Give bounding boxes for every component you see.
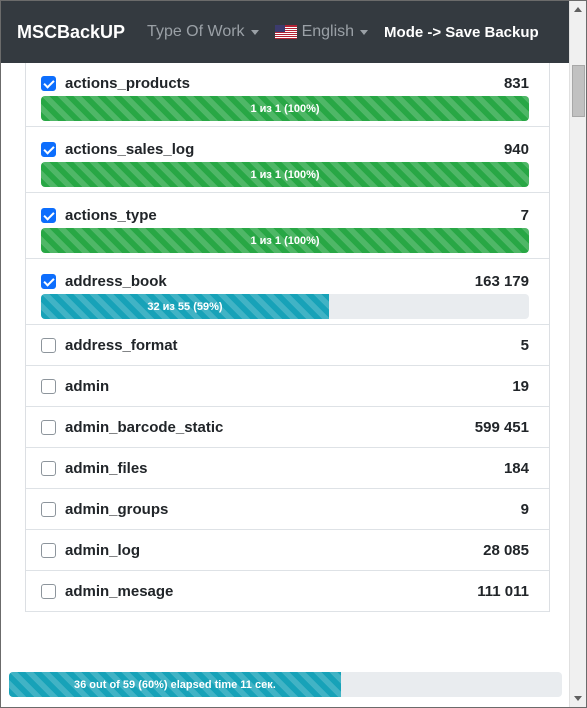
table-row: admin_mesage 111 011 bbox=[26, 571, 549, 612]
type-of-work-label: Type Of Work bbox=[147, 23, 245, 40]
table-row-count: 19 bbox=[512, 377, 529, 395]
arrow-up-icon bbox=[574, 7, 582, 12]
table-name: actions_sales_log bbox=[65, 140, 195, 158]
table-row: admin_barcode_static 599 451 bbox=[26, 407, 549, 448]
table-progress-fill: 1 из 1 (100%) bbox=[41, 162, 529, 187]
table-row-header: admin_files 184 bbox=[41, 458, 529, 478]
table-checkbox[interactable] bbox=[41, 378, 56, 394]
us-flag-icon bbox=[274, 25, 297, 39]
language-dropdown[interactable]: English bbox=[274, 23, 369, 41]
table-row-count: 111 011 bbox=[477, 582, 529, 600]
table-name: actions_products bbox=[65, 74, 191, 92]
table-progress-fill: 32 из 55 (59%) bbox=[41, 294, 329, 319]
table-name: admin_mesage bbox=[65, 582, 174, 600]
table-row-count: 940 bbox=[503, 140, 529, 158]
table-checkbox[interactable] bbox=[41, 460, 56, 476]
table-list: actions591 из 1 (100%)actions_products83… bbox=[25, 1, 550, 612]
table-row-count: 599 451 bbox=[474, 418, 529, 436]
app-window: actions591 из 1 (100%)actions_products83… bbox=[0, 0, 587, 708]
table-checkbox[interactable] bbox=[41, 583, 56, 599]
table-row-count: 5 bbox=[520, 336, 529, 354]
table-row: address_book 163 179 32 из 55 (59%) bbox=[26, 259, 549, 325]
table-row-count: 163 179 bbox=[474, 272, 529, 290]
table-row: admin 19 bbox=[26, 366, 549, 407]
overall-progress-bar: 36 out of 59 (60%) elapsed time 11 сек. bbox=[9, 672, 562, 697]
table-row: address_format 5 bbox=[26, 325, 549, 366]
table-progress-fill: 1 из 1 (100%) bbox=[41, 228, 529, 253]
overall-progress-label: 36 out of 59 (60%) elapsed time 11 сек. bbox=[74, 678, 276, 691]
table-progress-bar: 1 из 1 (100%) bbox=[41, 96, 529, 121]
type-of-work-dropdown[interactable]: Type Of Work bbox=[147, 23, 259, 41]
table-row: admin_groups 9 bbox=[26, 489, 549, 530]
table-row: actions_products 831 1 из 1 (100%) bbox=[26, 61, 549, 127]
table-name: admin_groups bbox=[65, 500, 169, 518]
table-checkbox[interactable] bbox=[41, 141, 56, 157]
table-name: admin_log bbox=[65, 541, 141, 559]
table-row-header: admin_groups 9 bbox=[41, 499, 529, 519]
mode-label: Mode -> Save Backup bbox=[384, 23, 539, 41]
table-progress-bar: 1 из 1 (100%) bbox=[41, 162, 529, 187]
navbar: MSCBackUP Type Of Work English Mode -> S… bbox=[1, 1, 570, 63]
table-row: actions_type 7 1 из 1 (100%) bbox=[26, 193, 549, 259]
table-row: admin_log 28 085 bbox=[26, 530, 549, 571]
table-name: admin_files bbox=[65, 459, 148, 477]
vertical-scrollbar[interactable] bbox=[569, 1, 586, 707]
footer: 36 out of 59 (60%) elapsed time 11 сек. bbox=[1, 661, 570, 707]
content-viewport: actions591 из 1 (100%)actions_products83… bbox=[1, 1, 570, 707]
overall-progress-fill: 36 out of 59 (60%) elapsed time 11 сек. bbox=[9, 672, 341, 697]
table-progress-label: 1 из 1 (100%) bbox=[250, 168, 320, 181]
brand-logo[interactable]: MSCBackUP bbox=[17, 22, 125, 43]
table-row-header: address_format 5 bbox=[41, 335, 529, 355]
language-label: English bbox=[301, 23, 355, 40]
table-name: admin bbox=[65, 377, 110, 395]
scroll-down-button[interactable] bbox=[570, 690, 586, 707]
table-progress-label: 1 из 1 (100%) bbox=[250, 102, 320, 115]
arrow-down-icon bbox=[574, 696, 582, 701]
table-checkbox[interactable] bbox=[41, 273, 56, 289]
chevron-down-icon bbox=[250, 29, 259, 35]
table-progress-label: 32 из 55 (59%) bbox=[147, 300, 223, 313]
table-name: address_book bbox=[65, 272, 167, 290]
table-name: actions_type bbox=[65, 206, 157, 224]
table-checkbox[interactable] bbox=[41, 75, 56, 91]
table-row-header: actions_sales_log 940 bbox=[41, 139, 529, 159]
table-progress-bar: 32 из 55 (59%) bbox=[41, 294, 529, 319]
table-row-header: admin_mesage 111 011 bbox=[41, 581, 529, 601]
chevron-down-icon bbox=[360, 29, 369, 35]
table-row-header: admin_log 28 085 bbox=[41, 540, 529, 560]
table-row-count: 184 bbox=[503, 459, 529, 477]
table-row: admin_files 184 bbox=[26, 448, 549, 489]
table-row-header: admin 19 bbox=[41, 376, 529, 396]
table-progress-label: 1 из 1 (100%) bbox=[250, 234, 320, 247]
table-checkbox[interactable] bbox=[41, 337, 56, 353]
table-row-header: actions_type 7 bbox=[41, 205, 529, 225]
table-row-header: actions_products 831 bbox=[41, 73, 529, 93]
table-name: address_format bbox=[65, 336, 178, 354]
table-row-header: admin_barcode_static 599 451 bbox=[41, 417, 529, 437]
table-checkbox[interactable] bbox=[41, 419, 56, 435]
table-row: actions_sales_log 940 1 из 1 (100%) bbox=[26, 127, 549, 193]
table-row-count: 9 bbox=[520, 500, 529, 518]
table-progress-fill: 1 из 1 (100%) bbox=[41, 96, 529, 121]
table-row-count: 28 085 bbox=[483, 541, 529, 559]
table-row-count: 831 bbox=[503, 74, 529, 92]
table-checkbox[interactable] bbox=[41, 207, 56, 223]
table-name: admin_barcode_static bbox=[65, 418, 224, 436]
table-checkbox[interactable] bbox=[41, 501, 56, 517]
table-row-count: 7 bbox=[520, 206, 529, 224]
scrollbar-thumb[interactable] bbox=[572, 65, 585, 117]
table-checkbox[interactable] bbox=[41, 542, 56, 558]
table-progress-bar: 1 из 1 (100%) bbox=[41, 228, 529, 253]
table-row-header: address_book 163 179 bbox=[41, 271, 529, 291]
scroll-up-button[interactable] bbox=[570, 1, 586, 18]
